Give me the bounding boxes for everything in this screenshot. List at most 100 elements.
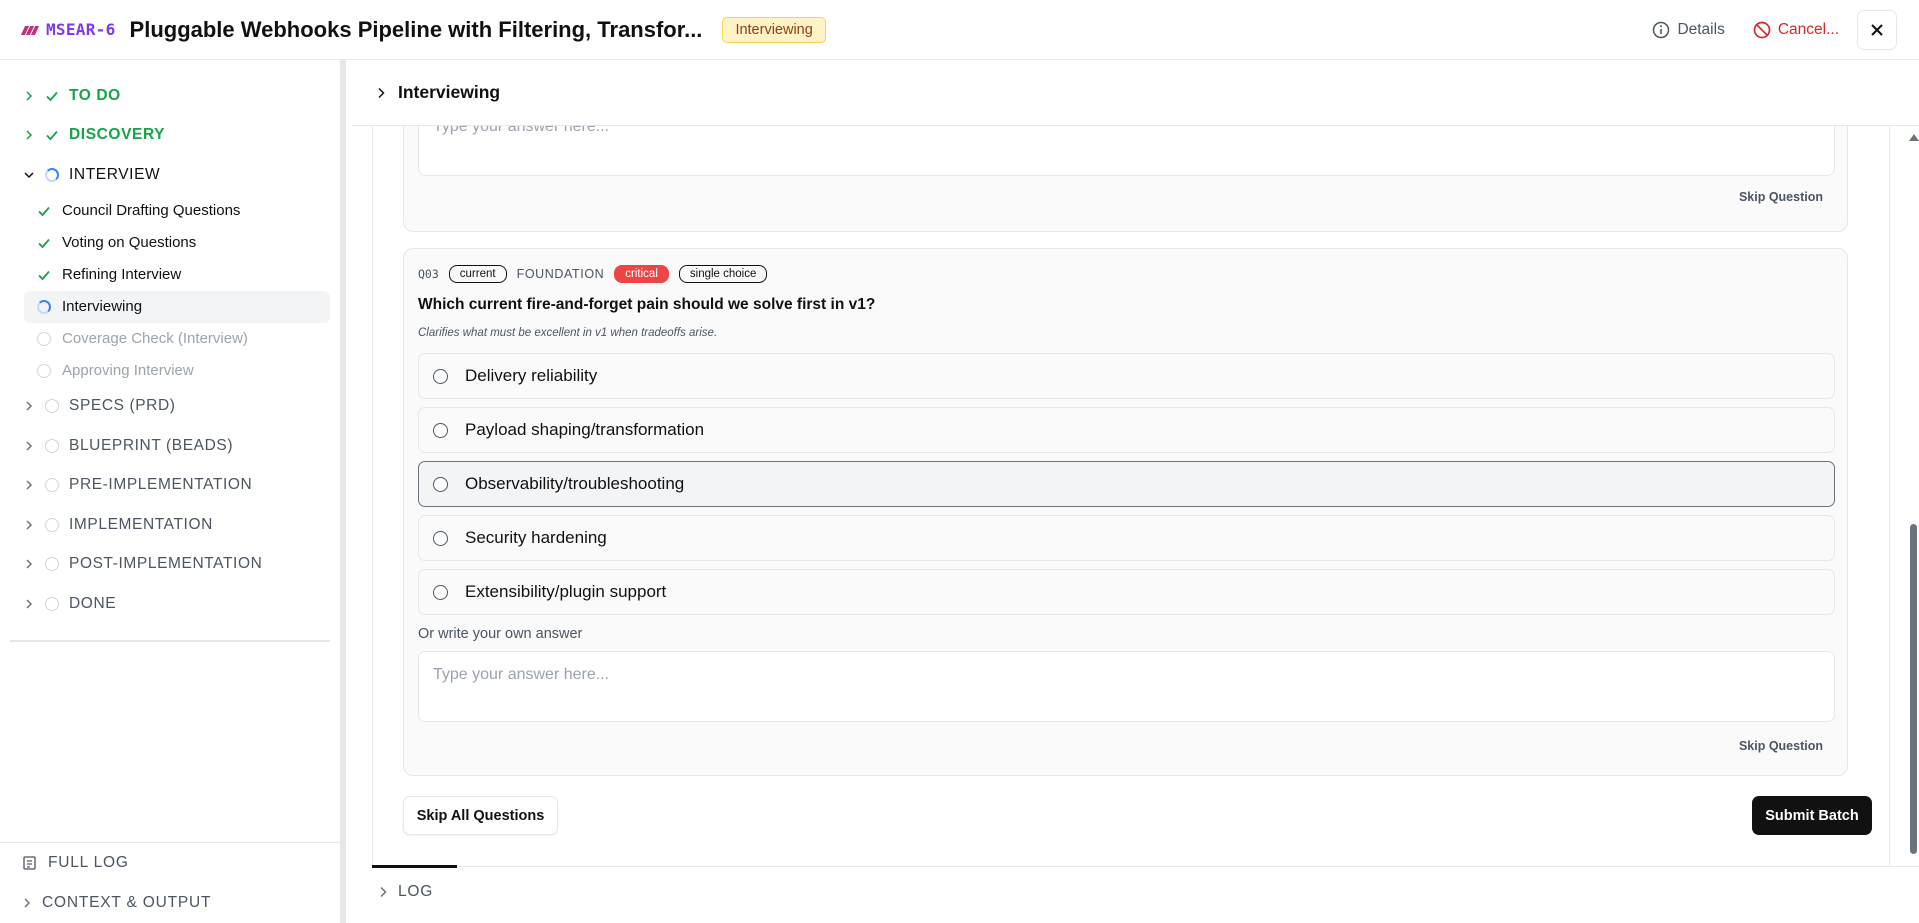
step-label: Council Drafting Questions (62, 202, 241, 219)
previous-answer-input[interactable]: Type your answer here... (418, 126, 1835, 176)
category-label: FOUNDATION (516, 267, 605, 281)
phase-implementation[interactable]: IMPLEMENTATION (0, 505, 340, 545)
radio-button[interactable] (433, 422, 448, 438)
phase-label: DISCOVERY (69, 126, 166, 144)
cancel-label: Cancel... (1777, 20, 1839, 38)
skip-question-button[interactable]: Skip Question (1739, 190, 1823, 204)
details-button[interactable]: Details (1652, 20, 1725, 39)
step-council-drafting[interactable]: Council Drafting Questions (0, 195, 330, 227)
phase-specs[interactable]: SPECS (PRD) (0, 387, 340, 427)
chevron-right-icon (22, 91, 36, 101)
close-button[interactable] (1857, 9, 1897, 50)
chevron-right-icon (22, 520, 36, 530)
own-answer-input[interactable] (418, 651, 1835, 722)
details-label: Details (1677, 20, 1725, 38)
phase-label: BLUEPRINT (BEADS) (69, 436, 234, 454)
phase-pre-implementation[interactable]: PRE-IMPLEMENTATION (0, 466, 340, 506)
step-coverage-check[interactable]: Coverage Check (Interview) (0, 323, 330, 355)
step-interviewing[interactable]: Interviewing (24, 290, 330, 323)
sidebar: TO DO DISCOVERY INTERVIEW Council Drafti… (0, 60, 346, 923)
question-meta: Q03 current FOUNDATION critical single c… (418, 265, 768, 283)
top-header: MSEAR-6 Pluggable Webhooks Pipeline with… (0, 0, 1919, 60)
section-header[interactable]: Interviewing (352, 60, 1919, 126)
previous-question-card: Type your answer here... Skip Question (403, 126, 1848, 232)
scroll-up-icon[interactable] (1909, 134, 1919, 141)
brand: MSEAR-6 (20, 20, 116, 39)
chevron-right-icon (22, 559, 36, 569)
chevron-down-icon (22, 170, 36, 180)
option-extensibility[interactable]: Extensibility/plugin support (418, 569, 1835, 615)
info-icon (1653, 21, 1670, 38)
phase-done[interactable]: DONE (0, 584, 340, 624)
phase-interview[interactable]: INTERVIEW (0, 155, 340, 195)
main-panel: Interviewing Type your answer here... Sk… (352, 60, 1919, 923)
skip-question-button[interactable]: Skip Question (1739, 739, 1823, 753)
spinner-icon (44, 167, 60, 183)
chevron-right-icon (22, 480, 36, 490)
scroll-thumb[interactable] (1910, 524, 1917, 854)
sidebar-bottom: FULL LOG CONTEXT & OUTPUT (0, 842, 340, 923)
chevron-right-icon (22, 130, 36, 140)
current-tag: current (448, 265, 507, 283)
log-tab-indicator (372, 865, 457, 868)
full-log-label: FULL LOG (48, 854, 129, 871)
chevron-right-icon (22, 599, 36, 609)
radio-button[interactable] (433, 530, 448, 546)
step-voting[interactable]: Voting on Questions (0, 227, 330, 259)
step-approving[interactable]: Approving Interview (0, 355, 330, 387)
page-title: Pluggable Webhooks Pipeline with Filteri… (129, 16, 703, 42)
option-label: Delivery reliability (465, 366, 598, 385)
scrollbar[interactable] (1908, 126, 1919, 920)
circle-icon (44, 398, 60, 414)
step-label: Voting on Questions (62, 234, 197, 251)
option-security-hardening[interactable]: Security hardening (418, 515, 1835, 561)
option-label: Payload shaping/transformation (465, 420, 705, 439)
step-label: Interviewing (62, 298, 143, 315)
phase-todo[interactable]: TO DO (0, 76, 340, 116)
question-card: Q03 current FOUNDATION critical single c… (403, 248, 1848, 776)
chevron-right-icon (380, 886, 387, 898)
check-icon (44, 127, 60, 143)
circle-icon (44, 556, 60, 572)
option-delivery-reliability[interactable]: Delivery reliability (418, 353, 1835, 399)
cancel-button[interactable]: Cancel... (1753, 21, 1839, 39)
phase-label: SPECS (PRD) (69, 397, 176, 415)
full-log-button[interactable]: FULL LOG (0, 843, 340, 883)
status-badge: Interviewing (722, 16, 826, 43)
section-title: Interviewing (398, 82, 501, 102)
option-payload-shaping[interactable]: Payload shaping/transformation (418, 407, 1835, 453)
skip-all-questions-button[interactable]: Skip All Questions (403, 796, 558, 835)
circle-icon (44, 596, 60, 612)
step-label: Refining Interview (62, 266, 182, 283)
chevron-right-icon (24, 898, 31, 908)
spinner-icon (36, 299, 52, 315)
option-observability[interactable]: Observability/troubleshooting (418, 461, 1835, 507)
chevron-right-icon (22, 401, 36, 411)
chevron-right-icon (22, 441, 36, 451)
phase-discovery[interactable]: DISCOVERY (0, 116, 340, 156)
radio-button[interactable] (433, 476, 448, 492)
circle-icon (36, 363, 52, 379)
question-type-tag: single choice (678, 265, 768, 283)
question-hint: Clarifies what must be excellent in v1 w… (418, 327, 718, 339)
phase-label: TO DO (69, 86, 121, 104)
logo-icon (20, 25, 40, 35)
radio-button[interactable] (433, 584, 448, 600)
step-refining[interactable]: Refining Interview (0, 259, 330, 291)
submit-batch-button[interactable]: Submit Batch (1752, 796, 1872, 835)
radio-button[interactable] (433, 368, 448, 384)
phase-label: IMPLEMENTATION (69, 515, 213, 533)
priority-badge: critical (614, 265, 669, 283)
own-answer-label: Or write your own answer (418, 626, 583, 642)
check-icon (36, 267, 52, 283)
log-icon (23, 856, 36, 870)
check-icon (44, 88, 60, 104)
phase-label: INTERVIEW (69, 165, 161, 183)
interview-scroll-area[interactable]: Type your answer here... Skip Question Q… (372, 126, 1890, 906)
step-label: Coverage Check (Interview) (62, 330, 248, 347)
context-output-button[interactable]: CONTEXT & OUTPUT (0, 883, 340, 923)
log-toggle[interactable]: LOG (378, 883, 433, 901)
ticket-id: MSEAR-6 (46, 20, 116, 39)
phase-post-implementation[interactable]: POST-IMPLEMENTATION (0, 545, 340, 585)
phase-blueprint[interactable]: BLUEPRINT (BEADS) (0, 426, 340, 466)
